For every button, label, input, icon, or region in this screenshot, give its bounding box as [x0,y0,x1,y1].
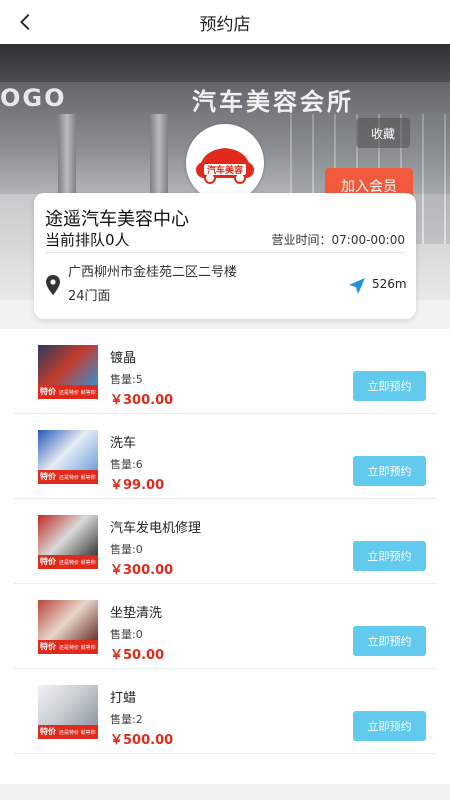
service-sales: 售量:2 [110,713,143,726]
location-pin-icon [46,275,60,295]
book-now-button[interactable]: 立即预约 [353,626,426,656]
service-row[interactable]: 特价还是特价 就等你来 洗车售量:6 ￥99.00 立即预约 [0,414,450,499]
book-now-button[interactable]: 立即预约 [353,541,426,571]
service-row[interactable]: 特价还是特价 就等你来 镀晶售量:5 ￥300.00 立即预约 [0,329,450,414]
store-name: 途遥汽车美容中心 [45,209,189,230]
chevron-left-icon [20,14,30,30]
service-thumbnail: 特价还是特价 就等你来 [38,430,98,484]
banner-ceiling [0,44,450,82]
service-image [38,685,98,725]
service-image [38,430,98,470]
tag-label: 特价 [40,642,56,651]
store-address: 广西柳州市金桂苑二区二号楼24门面 [68,265,238,304]
store-info-card: 途遥汽车美容中心 当前排队0人 营业时间：07:00-00:00 广西柳州市金桂… [34,193,416,319]
service-price: ￥50.00 [110,648,165,663]
service-sales: 售量:5 [110,373,143,386]
service-image [38,345,98,385]
navigation-arrow-icon[interactable] [348,277,366,295]
tag-label: 特价 [40,472,56,481]
special-price-tag: 特价还是特价 就等你来 [38,555,98,569]
service-thumbnail: 特价还是特价 就等你来 [38,685,98,739]
service-price: ￥300.00 [110,393,174,408]
service-name: 坐垫清洗 [110,606,163,621]
book-now-button[interactable]: 立即预约 [353,371,426,401]
service-price: ￥99.00 [110,478,165,493]
divider [45,252,405,253]
service-name: 镀晶 [110,351,137,366]
tag-label: 特价 [40,557,56,566]
book-now-button[interactable]: 立即预约 [353,711,426,741]
store-distance: 526m [372,277,407,291]
service-name: 洗车 [110,436,137,451]
service-thumbnail: 特价还是特价 就等你来 [38,345,98,399]
service-row[interactable]: 特价还是特价 就等你来 打蜡售量:2 ￥500.00 立即预约 [0,669,450,754]
service-sales: 售量:0 [110,628,143,641]
back-button[interactable] [12,8,40,36]
service-thumbnail: 特价还是特价 就等你来 [38,515,98,569]
service-image [38,600,98,640]
special-price-tag: 特价还是特价 就等你来 [38,640,98,654]
service-name: 打蜡 [110,691,137,706]
service-image [38,515,98,555]
queue-status: 当前排队0人 [45,231,130,249]
special-price-tag: 特价还是特价 就等你来 [38,725,98,739]
car-logo-icon: 汽车美容 [196,148,254,184]
book-now-button[interactable]: 立即预约 [353,456,426,486]
service-row[interactable]: 特价还是特价 就等你来 汽车发电机修理售量:0 ￥300.00 立即预约 [0,499,450,584]
special-price-tag: 特价还是特价 就等你来 [38,470,98,484]
service-name: 汽车发电机修理 [110,521,202,536]
service-sales: 售量:0 [110,543,143,556]
page-title: 预约店 [199,14,251,35]
service-price: ￥500.00 [110,733,174,748]
app-header: 预约店 [0,0,450,44]
logo-text: 汽车美容 [207,164,243,176]
special-price-tag: 特价还是特价 就等你来 [38,385,98,399]
store-logo: 汽车美容 [186,124,264,202]
service-price: ￥300.00 [110,563,174,578]
banner-sign-right: 汽车美容会所 [192,88,354,116]
business-hours: 营业时间：07:00-00:00 [271,233,406,247]
service-sales: 售量:6 [110,458,143,471]
service-list: 特价还是特价 就等你来镀晶售量:5￥300.00立即预约特价还是特价 就等你来洗… [0,329,450,784]
row-divider [14,753,436,754]
service-thumbnail: 特价还是特价 就等你来 [38,600,98,654]
service-row[interactable]: 特价还是特价 就等你来 坐垫清洗售量:0 ￥50.00 立即预约 [0,584,450,669]
banner-sign-left: OGO [0,84,67,112]
tag-label: 特价 [40,727,56,736]
tag-label: 特价 [40,387,56,396]
favorite-button[interactable]: 收藏 [356,118,410,148]
